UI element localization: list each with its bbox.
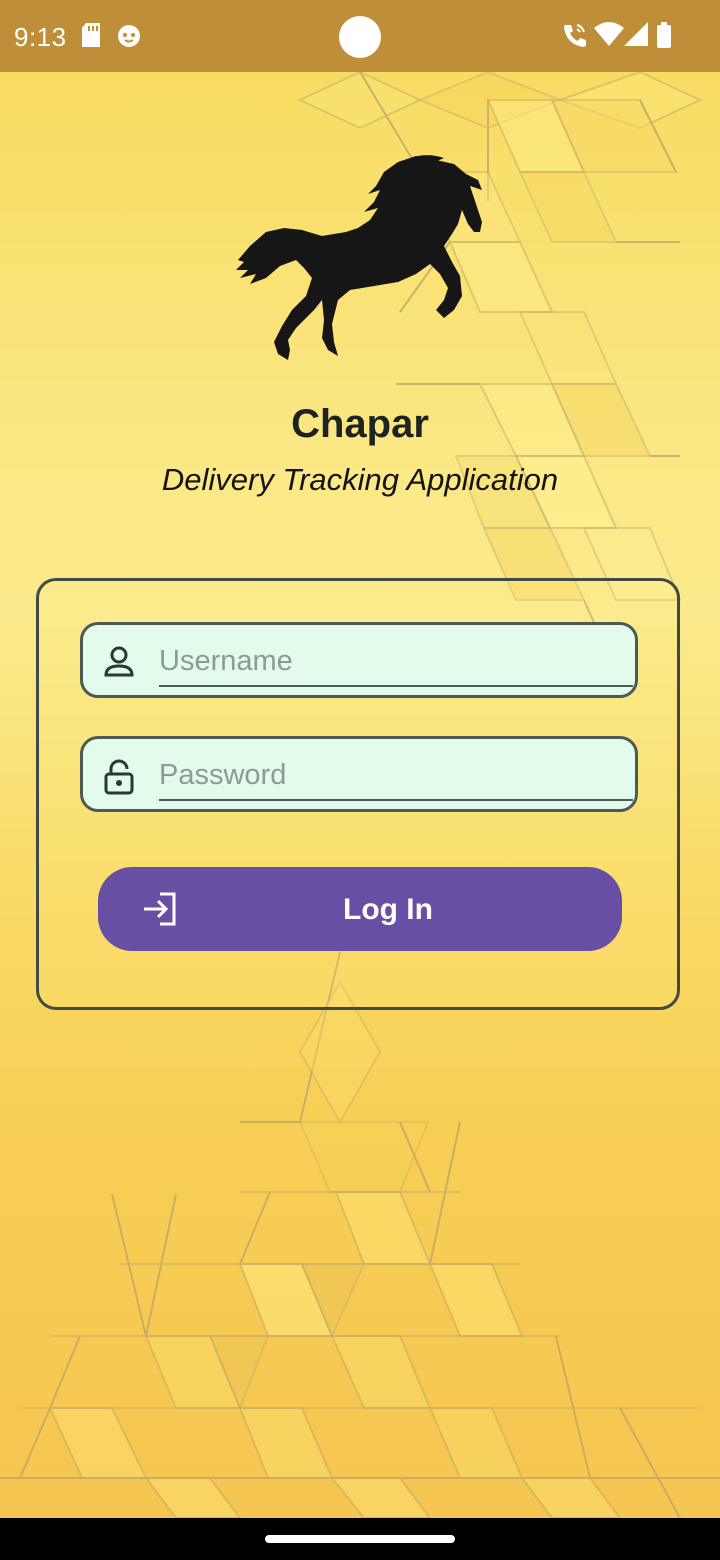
status-time: 9:13	[14, 22, 67, 52]
camera-cutout	[339, 16, 381, 58]
login-button[interactable]: Log In	[98, 867, 622, 951]
password-field[interactable]	[80, 736, 638, 812]
battery-icon	[656, 22, 672, 53]
username-field[interactable]	[80, 622, 638, 698]
cat-face-icon	[116, 22, 142, 53]
password-input[interactable]	[159, 751, 633, 801]
navigation-bar	[0, 1518, 720, 1560]
lock-icon	[103, 759, 135, 795]
login-button-label: Log In	[343, 893, 433, 926]
app-title: Chapar	[291, 402, 429, 446]
sd-card-icon	[80, 22, 102, 53]
status-bar: 9:13	[0, 0, 720, 72]
username-input[interactable]	[159, 637, 633, 687]
app-subtitle: Delivery Tracking Application	[161, 462, 559, 497]
home-indicator[interactable]	[265, 1535, 455, 1543]
person-icon	[103, 645, 135, 679]
signal-icon	[624, 22, 648, 51]
horse-logo-icon	[230, 150, 490, 368]
wifi-calling-icon	[562, 22, 588, 53]
wifi-icon	[594, 22, 624, 51]
